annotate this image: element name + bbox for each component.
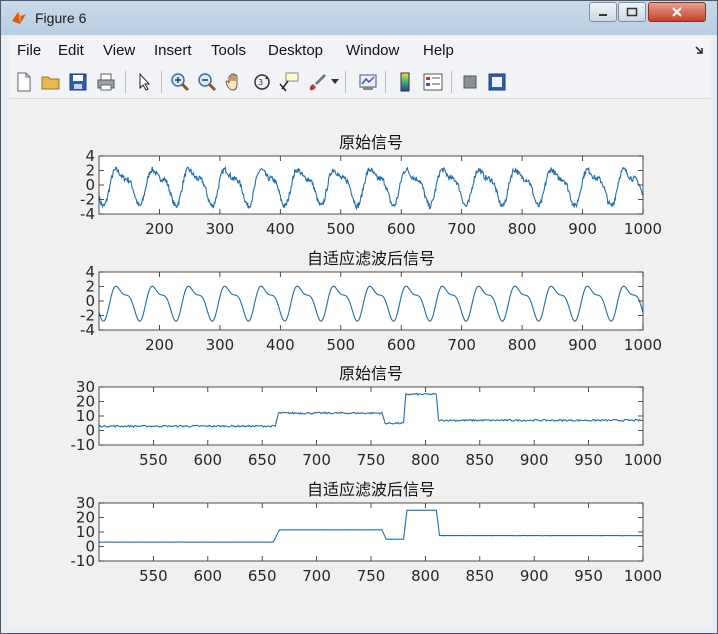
menu-desktop[interactable]: Desktop bbox=[268, 42, 323, 59]
x-tick-label: 550 bbox=[139, 567, 168, 585]
x-tick-label: 950 bbox=[574, 451, 603, 469]
axes-4-background bbox=[99, 503, 643, 561]
x-tick-label: 650 bbox=[248, 451, 277, 469]
x-tick-label: 600 bbox=[193, 567, 222, 585]
x-tick-label: 600 bbox=[387, 336, 416, 354]
minimize-button[interactable] bbox=[589, 2, 617, 22]
x-tick-label: 400 bbox=[266, 336, 295, 354]
y-tick-label: 4 bbox=[85, 263, 95, 281]
x-tick-label: 700 bbox=[447, 336, 476, 354]
x-tick-label: 500 bbox=[326, 220, 355, 238]
title-bar[interactable]: Figure 6 bbox=[1, 1, 717, 35]
pointer-icon[interactable] bbox=[133, 71, 155, 93]
x-tick-label: 600 bbox=[387, 220, 416, 238]
x-tick-label: 650 bbox=[248, 567, 277, 585]
axes-3-background bbox=[99, 387, 643, 445]
x-tick-label: 850 bbox=[465, 451, 494, 469]
minimize-icon bbox=[599, 14, 607, 16]
figure-canvas: 200 300 400 500 600 700 800 900 1000 -4 -2 0 2 4 原始信号 2… bbox=[9, 99, 711, 627]
x-tick-label: 750 bbox=[357, 451, 386, 469]
menu-file[interactable]: File bbox=[17, 42, 41, 59]
new-figure-icon[interactable] bbox=[13, 71, 35, 93]
axes-3-title: 原始信号 bbox=[339, 364, 403, 383]
x-tick-label: 900 bbox=[520, 567, 549, 585]
toolbar-separator bbox=[161, 71, 162, 93]
x-tick-label: 800 bbox=[411, 567, 440, 585]
x-tick-label: 1000 bbox=[624, 567, 662, 585]
toolbar-separator bbox=[451, 71, 452, 93]
x-tick-label: 200 bbox=[145, 336, 174, 354]
axes-1-title: 原始信号 bbox=[339, 133, 403, 152]
menu-bar: File Edit View Insert Tools Desktop Wind… bbox=[9, 37, 711, 65]
svg-text:3: 3 bbox=[258, 78, 263, 87]
x-tick-label: 800 bbox=[508, 220, 537, 238]
toolbar-separator bbox=[385, 71, 386, 93]
x-tick-label: 1000 bbox=[624, 220, 662, 238]
x-tick-label: 300 bbox=[206, 336, 235, 354]
menu-edit[interactable]: Edit bbox=[58, 42, 84, 59]
x-tick-label: 700 bbox=[302, 451, 331, 469]
pan-icon[interactable] bbox=[223, 71, 245, 93]
x-tick-label: 550 bbox=[139, 451, 168, 469]
x-tick-label: 400 bbox=[266, 220, 295, 238]
x-tick-label: 900 bbox=[520, 451, 549, 469]
close-icon bbox=[672, 7, 682, 17]
link-plot-icon[interactable] bbox=[357, 71, 379, 93]
menu-view[interactable]: View bbox=[103, 42, 135, 59]
x-tick-label: 800 bbox=[508, 336, 537, 354]
maximize-button[interactable] bbox=[618, 2, 646, 22]
data-cursor-icon[interactable] bbox=[278, 71, 300, 93]
x-tick-label: 950 bbox=[574, 567, 603, 585]
save-icon[interactable] bbox=[67, 71, 89, 93]
axes-4-title: 自适应滤波后信号 bbox=[307, 480, 435, 499]
x-tick-label: 200 bbox=[145, 220, 174, 238]
hide-plot-tools-icon[interactable] bbox=[459, 71, 481, 93]
toolbar-separator bbox=[345, 71, 346, 93]
print-icon[interactable] bbox=[95, 71, 117, 93]
show-plot-tools-icon[interactable] bbox=[486, 71, 508, 93]
open-file-icon[interactable] bbox=[40, 71, 62, 93]
x-tick-label: 900 bbox=[568, 336, 597, 354]
rotate-3d-icon[interactable]: 3 bbox=[251, 71, 273, 93]
y-tick-label: 30 bbox=[76, 494, 95, 512]
x-tick-label: 500 bbox=[326, 336, 355, 354]
dock-arrow-icon[interactable] bbox=[695, 45, 705, 57]
x-tick-label: 600 bbox=[193, 451, 222, 469]
x-tick-label: 900 bbox=[568, 220, 597, 238]
plots-svg: 200 300 400 500 600 700 800 900 1000-4-2024原始信号2… bbox=[71, 133, 663, 585]
x-tick-label: 1000 bbox=[624, 451, 662, 469]
x-tick-label: 850 bbox=[465, 567, 494, 585]
figure-window: Figure 6 File Edit View Insert Tools Des… bbox=[0, 0, 718, 634]
x-tick-label: 750 bbox=[357, 567, 386, 585]
y-tick-label: 30 bbox=[76, 378, 95, 396]
menu-insert[interactable]: Insert bbox=[154, 42, 192, 59]
axes-2-background bbox=[99, 272, 643, 330]
zoom-in-icon[interactable] bbox=[169, 71, 191, 93]
brush-icon[interactable] bbox=[306, 71, 328, 93]
toolbar-separator bbox=[125, 71, 126, 93]
x-tick-label: 300 bbox=[206, 220, 235, 238]
x-tick-label: 700 bbox=[302, 567, 331, 585]
brush-dropdown-icon[interactable] bbox=[331, 79, 339, 85]
axes-1-background bbox=[99, 156, 643, 214]
y-tick-label: 4 bbox=[85, 147, 95, 165]
maximize-icon bbox=[626, 7, 638, 17]
close-button[interactable] bbox=[648, 2, 706, 22]
toolbar: 3 bbox=[9, 65, 711, 99]
menu-window[interactable]: Window bbox=[346, 42, 399, 59]
x-tick-label: 700 bbox=[447, 220, 476, 238]
zoom-out-icon[interactable] bbox=[196, 71, 218, 93]
legend-icon[interactable] bbox=[422, 71, 444, 93]
window-title: Figure 6 bbox=[35, 10, 87, 26]
menu-tools[interactable]: Tools bbox=[211, 42, 246, 59]
matlab-logo-icon bbox=[12, 12, 26, 24]
axes-2-title: 自适应滤波后信号 bbox=[307, 249, 435, 268]
colorbar-icon[interactable] bbox=[394, 71, 416, 93]
menu-help[interactable]: Help bbox=[423, 42, 454, 59]
x-tick-label: 800 bbox=[411, 451, 440, 469]
x-tick-label: 1000 bbox=[624, 336, 662, 354]
